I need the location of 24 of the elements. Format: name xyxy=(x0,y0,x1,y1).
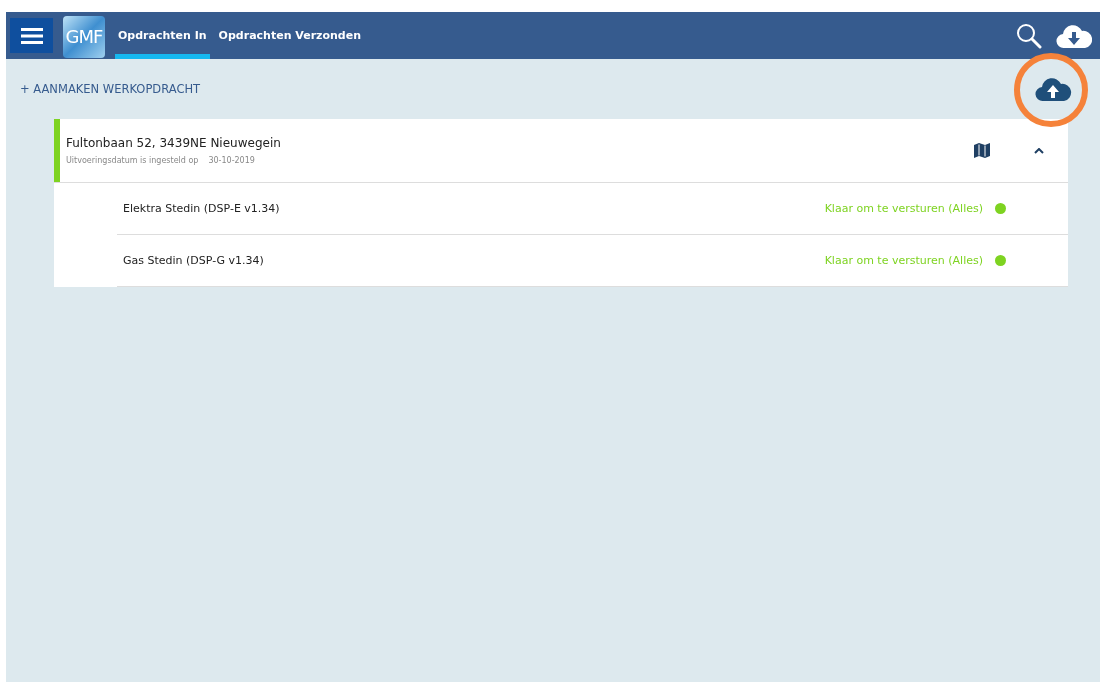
logo: GMF xyxy=(63,15,105,58)
menu-icon xyxy=(20,27,43,44)
upload-button[interactable] xyxy=(1034,76,1072,102)
map-icon xyxy=(974,143,990,158)
status-text: Klaar om te versturen (Alles) xyxy=(824,202,983,215)
create-work-order-button[interactable]: + AANMAKEN WERKOPDRACHT xyxy=(20,82,201,96)
cloud-download-icon xyxy=(1056,22,1092,49)
cloud-upload-icon xyxy=(1034,76,1072,102)
nav-tab[interactable]: Opdrachten Verzonden xyxy=(215,12,365,59)
date-text: 30-10-2019 xyxy=(208,156,255,165)
order-row[interactable]: Gas Stedin (DSP-G v1.34) Klaar om te versturen (Alles) xyxy=(117,235,1068,287)
search-icon xyxy=(1016,22,1042,49)
order-name: Gas Stedin (DSP-G v1.34) xyxy=(123,254,265,267)
address-text: Fultonbaan 52, 3439NE Nieuwegein xyxy=(66,136,282,150)
collapse-button[interactable] xyxy=(1034,147,1044,154)
chevron-up-icon xyxy=(1034,147,1044,154)
date-label: Uitvoeringsdatum is ingesteld op xyxy=(66,156,199,165)
map-button[interactable] xyxy=(974,143,990,158)
download-button[interactable] xyxy=(1056,22,1092,49)
search-button[interactable] xyxy=(1016,22,1042,49)
status-text: Klaar om te versturen (Alles) xyxy=(824,254,983,267)
menu-button[interactable] xyxy=(10,18,53,53)
order-name: Elektra Stedin (DSP-E v1.34) xyxy=(123,202,281,215)
order-row[interactable]: Elektra Stedin (DSP-E v1.34) Klaar om te versturen (Alles) xyxy=(117,183,1068,235)
